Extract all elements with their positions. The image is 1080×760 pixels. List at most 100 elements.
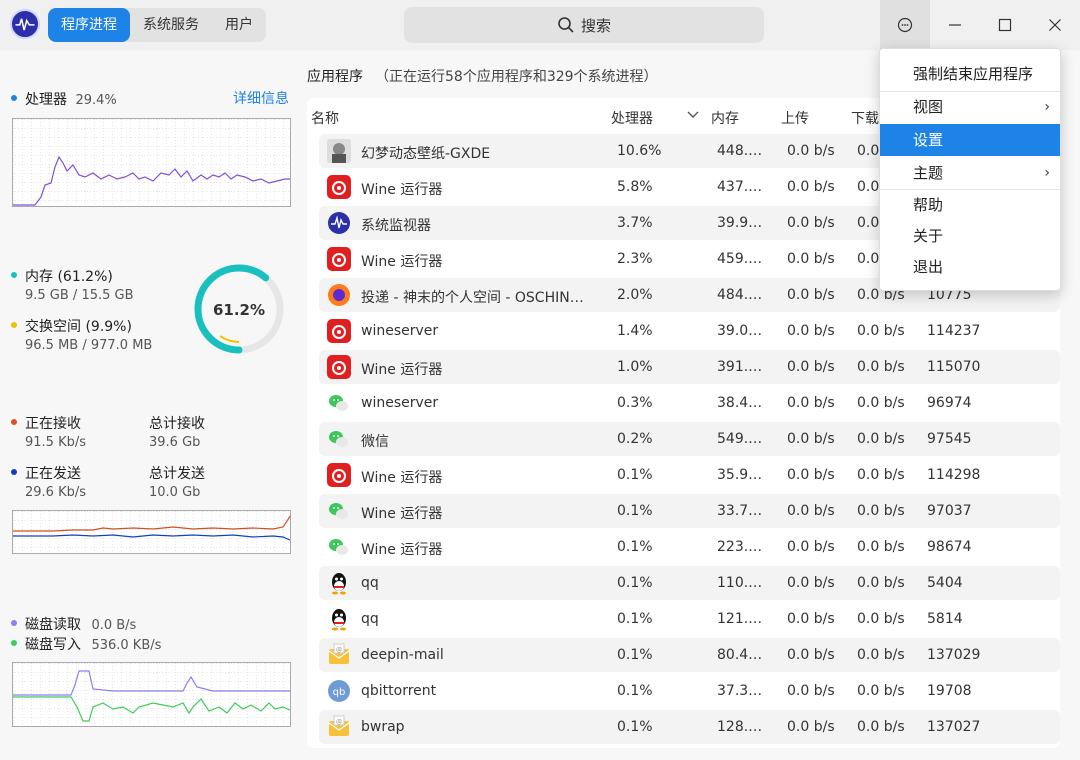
menu-item-theme[interactable]: 主题 › [880, 157, 1060, 189]
process-name: bwrap [361, 719, 405, 735]
process-upload: 0.0 b/s [787, 539, 835, 555]
process-row[interactable]: qq 0.1% 110.… 0.0 b/s 0.0 b/s 5404 [319, 566, 1060, 600]
process-memory: 484.… [717, 287, 763, 303]
column-upload[interactable]: 上传 [781, 108, 809, 128]
menu-item-force-quit[interactable]: 强制结束应用程序 [880, 58, 1060, 90]
process-pid: 98674 [927, 539, 972, 555]
process-upload: 0.0 b/s [787, 359, 835, 375]
process-upload: 0.0 b/s [787, 395, 835, 411]
tab-users[interactable]: 用户 [212, 8, 266, 42]
disk-write-legend-dot [11, 640, 17, 646]
process-cpu: 5.8% [617, 179, 653, 195]
process-download: 0.0 b/s [857, 719, 905, 735]
wechat-icon [327, 391, 351, 415]
process-row[interactable]: Wine 运行器 0.1% 35.9 … 0.0 b/s 0.0 b/s 114298 [319, 458, 1060, 492]
wechat-icon [327, 499, 351, 523]
process-download: 0.0 b/s [857, 503, 905, 519]
process-download: 0.0 b/s [857, 359, 905, 375]
process-memory: 35.9 … [717, 467, 765, 483]
minimize-icon [949, 24, 961, 26]
process-panel-subtitle: （正在运行58个应用程序和329个系统进程） [375, 69, 658, 85]
process-pid: 115070 [927, 359, 981, 375]
minimize-button[interactable] [930, 0, 980, 50]
process-cpu: 1.4% [617, 323, 653, 339]
process-name: qq [361, 575, 379, 591]
process-pid: 137027 [927, 719, 981, 735]
process-row[interactable]: wineserver 0.3% 38.4 … 0.0 b/s 0.0 b/s 96974 [319, 386, 1060, 420]
column-cpu[interactable]: 处理器 [611, 108, 653, 128]
process-upload: 0.0 b/s [787, 719, 835, 735]
process-memory: 391.… [717, 359, 763, 375]
process-row[interactable]: Wine 运行器 1.0% 391.… 0.0 b/s 0.0 b/s 115070 [319, 350, 1060, 384]
process-row[interactable]: wineserver 1.4% 39.0 … 0.0 b/s 0.0 b/s 114237 [319, 314, 1060, 348]
system-monitor-logo-icon [10, 9, 40, 39]
process-cpu: 0.2% [617, 431, 653, 447]
qq-icon [327, 607, 351, 631]
process-row[interactable]: 微信 0.2% 549.… 0.0 b/s 0.0 b/s 97545 [319, 422, 1060, 456]
process-memory: 39.0 … [717, 323, 765, 339]
send-total-label: 总计发送 [149, 466, 205, 482]
disk-graph [12, 662, 291, 727]
disk-read-label: 磁盘读取 0.0 B/s [11, 614, 136, 634]
process-download: 0.0 b/s [857, 539, 905, 555]
mail-icon: @ [327, 715, 351, 739]
column-name[interactable]: 名称 [311, 108, 339, 128]
process-download: 0.0 [857, 215, 880, 231]
send-total-value: 10.0 Gb [149, 485, 201, 500]
menu-item-view[interactable]: 视图 › [880, 91, 1060, 123]
process-download: 0.0 b/s [857, 395, 905, 411]
process-cpu: 0.1% [617, 467, 653, 483]
process-memory: 33.7 … [717, 503, 765, 519]
search-box[interactable]: 搜索 [404, 7, 764, 43]
recv-label: 正在接收 [11, 413, 81, 433]
swap-value: 96.5 MB / 977.0 MB [25, 338, 153, 353]
send-label: 正在发送 [11, 463, 81, 483]
netease-music-icon [327, 175, 351, 199]
process-cpu: 1.0% [617, 359, 653, 375]
network-graph [12, 510, 291, 554]
process-row[interactable]: qq 0.1% 121.… 0.0 b/s 0.0 b/s 5814 [319, 602, 1060, 636]
process-row[interactable]: @ bwrap 0.1% 128.… 0.0 b/s 0.0 b/s 137027 [319, 710, 1060, 744]
title-bar: 程序进程 系统服务 用户 搜索 [0, 0, 1080, 50]
process-name: wineserver [361, 323, 439, 339]
process-memory: 128.… [717, 719, 763, 735]
menu-item-settings[interactable]: 设置 [880, 124, 1060, 156]
recv-total-value: 39.6 Gb [149, 435, 201, 450]
netease-music-icon [327, 319, 351, 343]
menu-item-help[interactable]: 帮助 [880, 189, 1060, 221]
details-link[interactable]: 详细信息 [233, 88, 289, 108]
process-upload: 0.0 b/s [787, 683, 835, 699]
maximize-button[interactable] [980, 0, 1030, 50]
process-cpu: 0.1% [617, 719, 653, 735]
process-name: wineserver [361, 395, 439, 411]
process-row[interactable]: Wine 运行器 0.1% 223.… 0.0 b/s 0.0 b/s 98674 [319, 530, 1060, 564]
process-name: 系统监视器 [361, 218, 431, 234]
wechat-icon [327, 427, 351, 451]
memory-value: 9.5 GB / 15.5 GB [25, 288, 134, 303]
process-upload: 0.0 b/s [787, 467, 835, 483]
process-row[interactable]: qb qbittorrent 0.1% 37.3 … 0.0 b/s 0.0 b/s 197… [319, 674, 1060, 708]
cpu-label: 处理器 29.4% [11, 89, 117, 109]
netease-music-icon [327, 355, 351, 379]
process-name: deepin-mail [361, 647, 444, 663]
column-download[interactable]: 下载 [851, 108, 879, 128]
process-download: 0.0 b/s [857, 431, 905, 447]
process-memory: 110.… [717, 575, 763, 591]
process-download: 0.0 b/s [857, 647, 905, 663]
tab-services[interactable]: 系统服务 [130, 8, 212, 42]
process-row[interactable]: Wine 运行器 0.1% 33.7 … 0.0 b/s 0.0 b/s 97037 [319, 494, 1060, 528]
menu-item-quit[interactable]: 退出 [880, 251, 1060, 283]
process-memory: 38.4 … [717, 395, 765, 411]
swap-label: 交换空间 (9.9%) [11, 316, 132, 336]
menu-item-about[interactable]: 关于 [880, 220, 1060, 252]
process-row[interactable]: @ deepin-mail 0.1% 80.4 … 0.0 b/s 0.0 b/s 1370… [319, 638, 1060, 672]
process-cpu: 0.1% [617, 575, 653, 591]
process-upload: 0.0 b/s [787, 143, 835, 159]
tab-processes[interactable]: 程序进程 [48, 8, 130, 42]
memory-legend-dot [11, 272, 17, 278]
main-menu-button[interactable] [880, 0, 930, 50]
column-memory[interactable]: 内存 [711, 108, 739, 128]
wallpaper-icon [327, 139, 351, 163]
submenu-arrow-icon: › [1044, 165, 1050, 181]
close-button[interactable] [1030, 0, 1080, 50]
